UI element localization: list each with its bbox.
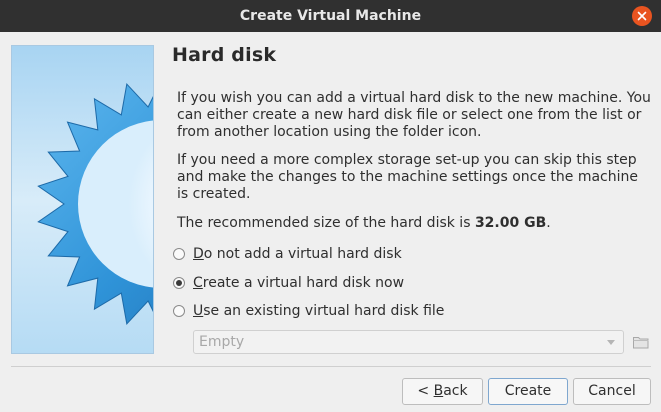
radio-create-disk-label[interactable]: Create a virtual hard disk now bbox=[193, 275, 404, 291]
radio-create-disk[interactable]: Create a virtual hard disk now bbox=[173, 274, 404, 292]
cancel-button[interactable]: Cancel bbox=[573, 378, 651, 405]
radio-existing-disk-label[interactable]: Use an existing virtual hard disk file bbox=[193, 303, 444, 319]
folder-icon bbox=[633, 337, 649, 349]
page-title: Hard disk bbox=[172, 44, 277, 66]
button-divider bbox=[11, 366, 651, 367]
window-title: Create Virtual Machine bbox=[239, 8, 422, 24]
choose-disk-file-button[interactable] bbox=[631, 331, 651, 353]
radio-no-disk-indicator[interactable] bbox=[173, 248, 185, 260]
radio-no-disk[interactable]: Do not add a virtual hard disk bbox=[173, 245, 402, 263]
recommended-size-value: 32.00 GB bbox=[474, 215, 547, 231]
recommended-size-suffix: . bbox=[546, 215, 551, 231]
close-button[interactable] bbox=[632, 6, 652, 26]
intro-paragraph: If you wish you can add a virtual hard d… bbox=[177, 90, 651, 140]
title-bar: Create Virtual Machine bbox=[0, 0, 661, 32]
existing-disk-select[interactable]: Empty bbox=[193, 330, 624, 354]
recommended-size-text: The recommended size of the hard disk is… bbox=[177, 215, 653, 232]
radio-existing-disk-indicator[interactable] bbox=[173, 305, 185, 317]
recommended-size-prefix: The recommended size of the hard disk is bbox=[177, 215, 475, 231]
create-button[interactable]: Create bbox=[488, 378, 568, 405]
chevron-down-icon bbox=[607, 340, 615, 345]
radio-existing-disk[interactable]: Use an existing virtual hard disk file bbox=[173, 302, 444, 320]
radio-no-disk-label[interactable]: Do not add a virtual hard disk bbox=[193, 246, 402, 262]
close-icon bbox=[637, 11, 647, 21]
radio-create-disk-indicator[interactable] bbox=[173, 277, 185, 289]
back-button[interactable]: < Back bbox=[402, 378, 483, 405]
wizard-banner-image bbox=[11, 45, 154, 354]
storage-paragraph: If you need a more complex storage set-u… bbox=[177, 152, 638, 202]
existing-disk-value: Empty bbox=[199, 334, 245, 350]
